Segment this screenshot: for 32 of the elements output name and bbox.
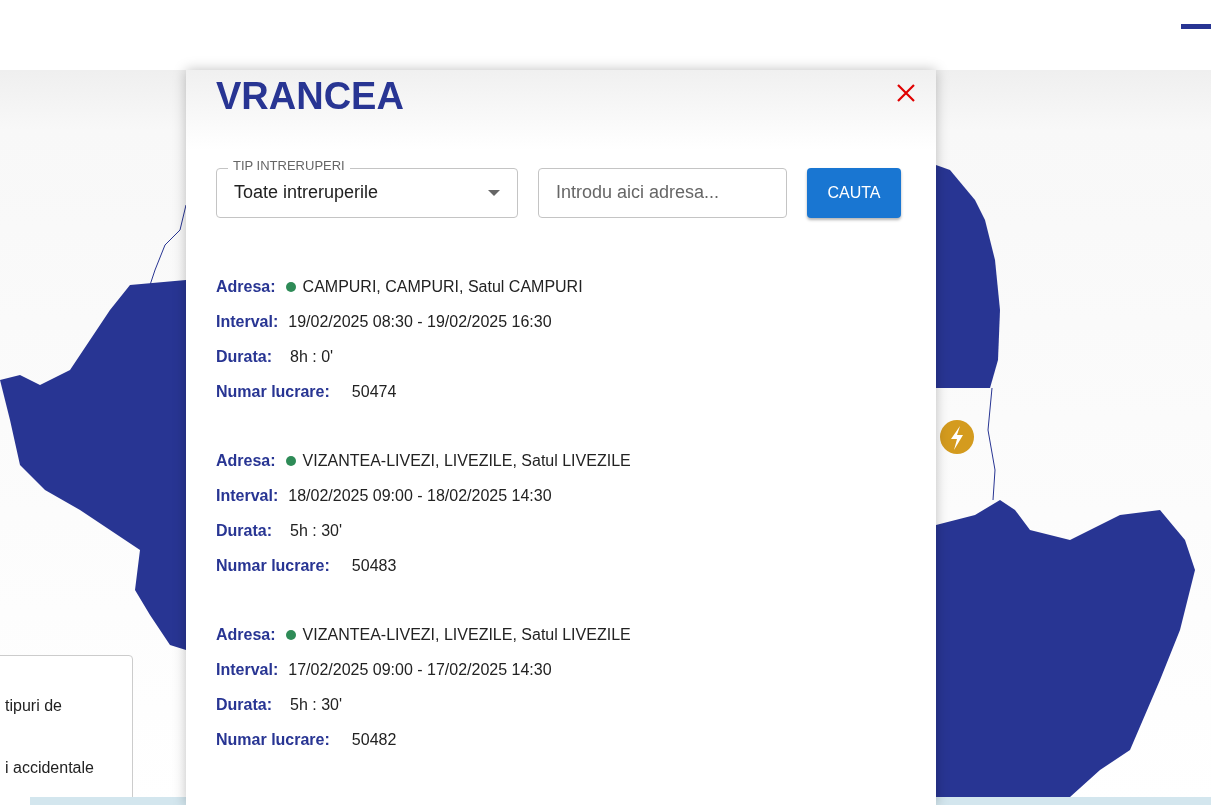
field-label: Adresa:	[216, 625, 276, 646]
field-label: Interval:	[216, 486, 279, 507]
interval-value: 18/02/2025 09:00 - 18/02/2025 14:30	[288, 486, 552, 507]
close-icon	[896, 82, 916, 103]
interval-value: 17/02/2025 09:00 - 17/02/2025 14:30	[288, 660, 552, 681]
field-label: Interval:	[216, 660, 279, 681]
address-search-field[interactable]: Introdu aici adresa...	[538, 167, 787, 218]
lightning-marker-icon[interactable]	[940, 420, 974, 454]
dropdown-caret-icon	[488, 189, 500, 196]
duration-value: 8h : 0'	[290, 347, 334, 368]
field-label: Durata:	[216, 347, 272, 368]
number-value: 50474	[351, 382, 397, 403]
number-value: 50482	[351, 730, 397, 751]
field-label: Numar lucrare:	[216, 556, 330, 577]
field-label: Interval:	[216, 312, 279, 333]
address-value: VIZANTEA-LIVEZI, LIVEZILE, Satul LIVEZILE	[302, 625, 631, 646]
number-value: 50483	[351, 556, 397, 577]
modal-title: VRANCEA	[216, 76, 404, 118]
duration-value: 5h : 30'	[290, 695, 342, 716]
field-label: Adresa:	[216, 277, 276, 298]
legend-text: i accidentale	[5, 758, 95, 778]
duration-value: 5h : 30'	[290, 521, 342, 542]
address-value: VIZANTEA-LIVEZI, LIVEZILE, Satul LIVEZILE	[302, 451, 631, 472]
search-button[interactable]: CAUTA	[807, 167, 901, 218]
interval-value: 19/02/2025 08:30 - 19/02/2025 16:30	[288, 312, 552, 333]
field-label: Durata:	[216, 521, 272, 542]
field-label: Numar lucrare:	[216, 730, 330, 751]
address-value: CAMPURI, CAMPURI, Satul CAMPURI	[302, 277, 583, 298]
field-label: Numar lucrare:	[216, 382, 330, 403]
field-label: Adresa:	[216, 451, 276, 472]
field-label: Durata:	[216, 695, 272, 716]
legend-text: tipuri de	[5, 696, 63, 716]
